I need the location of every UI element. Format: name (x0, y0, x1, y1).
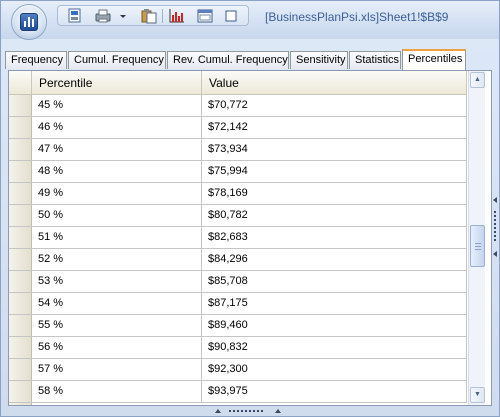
vertical-splitter[interactable] (492, 197, 499, 257)
table-row[interactable]: 55 % $89,460 (9, 315, 467, 337)
horizontal-splitter[interactable] (215, 407, 285, 417)
tab-rev-cumul-frequency[interactable]: Rev. Cumul. Frequency (167, 51, 289, 69)
row-header[interactable] (9, 183, 32, 204)
percentiles-grid: Percentile Value 45 % $70,772 46 % $72,142… (8, 70, 492, 406)
collapse-up-icon[interactable] (215, 409, 221, 413)
print-icon[interactable] (94, 8, 112, 24)
window-title: [BusinessPlanPsi.xls]Sheet1!$B$9 (265, 10, 449, 24)
column-header-value[interactable]: Value (202, 71, 467, 95)
percentile-cell[interactable]: 52 % (32, 249, 202, 270)
table-row[interactable]: 58 % $93,975 (9, 381, 467, 403)
vertical-scrollbar[interactable]: ▲ ▼ (468, 71, 485, 405)
column-header-percentile[interactable]: Percentile (32, 71, 202, 95)
table-row[interactable]: 45 % $70,772 (9, 95, 467, 117)
row-header[interactable] (9, 337, 32, 358)
row-header[interactable] (9, 359, 32, 380)
tab-frequency[interactable]: Frequency (5, 51, 67, 69)
scroll-down-button[interactable]: ▼ (470, 387, 485, 403)
tab-percentiles[interactable]: Percentiles (402, 49, 466, 70)
value-cell[interactable]: $87,175 (202, 293, 467, 314)
row-header[interactable] (9, 271, 32, 292)
table-row[interactable]: 48 % $75,994 (9, 161, 467, 183)
tab-sensitivity[interactable]: Sensitivity (290, 51, 348, 69)
table-row[interactable]: 56 % $90,832 (9, 337, 467, 359)
scroll-up-button[interactable]: ▲ (470, 72, 485, 88)
value-cell[interactable]: $72,142 (202, 117, 467, 138)
row-header[interactable] (9, 95, 32, 116)
value-cell[interactable]: $78,169 (202, 183, 467, 204)
value-cell[interactable]: $73,934 (202, 139, 467, 160)
app-window: [BusinessPlanPsi.xls]Sheet1!$B$9 Frequen… (0, 0, 500, 417)
table-row[interactable]: 46 % $72,142 (9, 117, 467, 139)
row-header[interactable] (9, 315, 32, 336)
dropdown-arrow-icon[interactable] (118, 8, 128, 24)
value-cell[interactable]: $85,708 (202, 271, 467, 292)
table-row[interactable]: 53 % $85,708 (9, 271, 467, 293)
percentile-cell[interactable]: 58 % (32, 381, 202, 402)
grid-rows: 45 % $70,772 46 % $72,142 47 % $73,934 48 %… (9, 95, 467, 403)
percentile-cell[interactable]: 51 % (32, 227, 202, 248)
value-cell[interactable]: $75,994 (202, 161, 467, 182)
clipboard-icon[interactable] (140, 8, 158, 24)
collapse-left-icon[interactable] (493, 197, 497, 203)
expand-left-icon[interactable] (493, 251, 497, 257)
chart-app-icon (20, 13, 38, 31)
percentile-cell[interactable]: 57 % (32, 359, 202, 380)
value-cell[interactable]: $82,683 (202, 227, 467, 248)
corner-cell[interactable] (9, 71, 32, 95)
chart-icon[interactable] (168, 8, 186, 24)
percentile-cell[interactable]: 54 % (32, 293, 202, 314)
table-row[interactable]: 49 % $78,169 (9, 183, 467, 205)
row-header[interactable] (9, 227, 32, 248)
table-row[interactable]: 51 % $82,683 (9, 227, 467, 249)
table-row[interactable]: 54 % $87,175 (9, 293, 467, 315)
grid-header: Percentile Value (9, 71, 467, 95)
percentile-cell[interactable]: 49 % (32, 183, 202, 204)
tab-cumul-frequency[interactable]: Cumul. Frequency (68, 51, 166, 69)
export-icon[interactable] (66, 8, 84, 24)
table-row[interactable]: 52 % $84,296 (9, 249, 467, 271)
percentile-cell[interactable]: 45 % (32, 95, 202, 116)
expand-up-icon[interactable] (275, 409, 281, 413)
percentile-cell[interactable]: 48 % (32, 161, 202, 182)
table-row[interactable]: 57 % $92,300 (9, 359, 467, 381)
value-cell[interactable]: $70,772 (202, 95, 467, 116)
row-header[interactable] (9, 139, 32, 160)
tab-strip: Frequency Cumul. Frequency Rev. Cumul. F… (5, 49, 495, 70)
percentile-cell[interactable]: 46 % (32, 117, 202, 138)
title-bar: [BusinessPlanPsi.xls]Sheet1!$B$9 (1, 1, 499, 40)
row-header[interactable] (9, 205, 32, 226)
table-row[interactable]: 50 % $80,782 (9, 205, 467, 227)
percentile-cell[interactable]: 47 % (32, 139, 202, 160)
percentile-cell[interactable]: 53 % (32, 271, 202, 292)
value-cell[interactable]: $80,782 (202, 205, 467, 226)
tab-statistics[interactable]: Statistics (349, 51, 401, 69)
scroll-thumb[interactable] (470, 225, 485, 267)
row-header[interactable] (9, 161, 32, 182)
value-cell[interactable]: $84,296 (202, 249, 467, 270)
value-cell[interactable]: $93,975 (202, 381, 467, 402)
row-header[interactable] (9, 293, 32, 314)
percentile-cell[interactable]: 50 % (32, 205, 202, 226)
value-cell[interactable]: $90,832 (202, 337, 467, 358)
value-cell[interactable]: $89,460 (202, 315, 467, 336)
maximize-icon[interactable] (222, 8, 240, 24)
value-cell[interactable]: $92,300 (202, 359, 467, 380)
table-row[interactable]: 47 % $73,934 (9, 139, 467, 161)
row-header[interactable] (9, 381, 32, 402)
app-menu-button[interactable] (11, 4, 47, 40)
percentile-cell[interactable]: 55 % (32, 315, 202, 336)
window-icon[interactable] (196, 8, 214, 24)
percentile-cell[interactable]: 56 % (32, 337, 202, 358)
quick-access-toolbar (57, 5, 249, 26)
row-header[interactable] (9, 117, 32, 138)
row-header[interactable] (9, 249, 32, 270)
